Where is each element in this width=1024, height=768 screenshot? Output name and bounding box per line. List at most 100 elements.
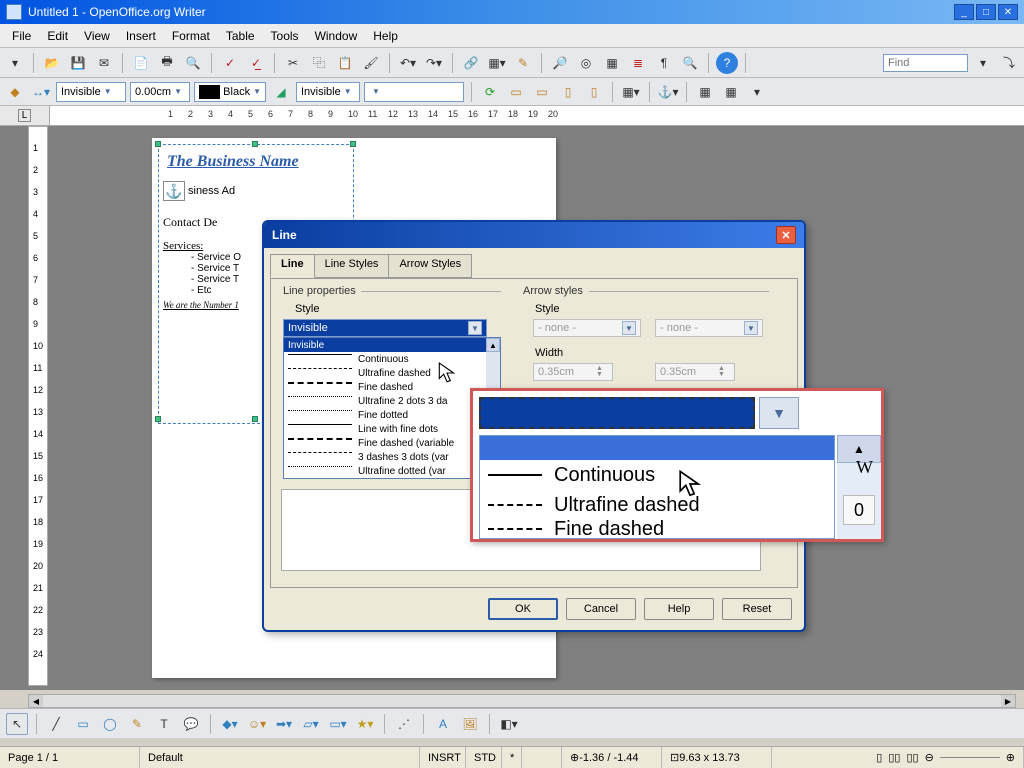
points-button[interactable]: ⋰	[393, 713, 415, 735]
callout-option-ultrafine-dashed[interactable]: Ultrafine dashed	[480, 490, 834, 520]
ok-button[interactable]: OK	[488, 598, 558, 620]
arrow-end-select[interactable]: - none -▼	[655, 319, 763, 337]
callout-option-fine-dashed[interactable]: Fine dashed	[480, 520, 834, 538]
dropdown-option[interactable]: Ultrafine dotted (var	[284, 464, 500, 478]
fontwork-button[interactable]: A	[432, 713, 454, 735]
save-button[interactable]: 💾	[67, 52, 89, 74]
new-doc-button[interactable]: ▾	[4, 52, 26, 74]
find-dropdown-button[interactable]: ▾	[972, 52, 994, 74]
resize-handle[interactable]	[155, 141, 161, 147]
arrow-end-width-spinner[interactable]: 0.35cm▲▼	[655, 363, 735, 381]
nonprinting-chars-button[interactable]: ¶	[653, 52, 675, 74]
symbol-shapes-button[interactable]: ☺▾	[246, 713, 268, 735]
undo-button[interactable]: ↶▾	[397, 52, 419, 74]
arrow-start-width-spinner[interactable]: 0.35cm▲▼	[533, 363, 613, 381]
dialog-titlebar[interactable]: Line ✕	[264, 222, 804, 248]
dropdown-option[interactable]: Line with fine dots	[284, 422, 500, 436]
data-sources-button[interactable]: ≣	[627, 52, 649, 74]
status-signature[interactable]	[522, 747, 562, 768]
scroll-up-button[interactable]: ▲	[486, 338, 500, 352]
export-pdf-button[interactable]: 📄	[130, 52, 152, 74]
scroll-right-button[interactable]: ▶	[1001, 695, 1015, 707]
arrow-style-combo[interactable]: Invisible▼	[296, 82, 360, 102]
anchor-button[interactable]: ⚓▾	[657, 81, 679, 103]
find-next-button[interactable]: ⤵	[998, 52, 1020, 74]
basic-shapes-button[interactable]: ◆▾	[219, 713, 241, 735]
tab-arrow-styles[interactable]: Arrow Styles	[388, 254, 472, 278]
dropdown-option[interactable]: Continuous	[284, 352, 500, 366]
email-button[interactable]: ✉	[93, 52, 115, 74]
bring-front-button[interactable]: ▯	[557, 81, 579, 103]
resize-handle[interactable]	[155, 416, 161, 422]
open-button[interactable]: 📂	[41, 52, 63, 74]
help-button[interactable]: Help	[644, 598, 714, 620]
menu-file[interactable]: File	[4, 26, 39, 46]
line-tool-button[interactable]: ╱	[45, 713, 67, 735]
callout-dropdown-list[interactable]: Continuous Ultrafine dashed Fine dashed	[479, 435, 835, 539]
menu-window[interactable]: Window	[307, 26, 366, 46]
print-button[interactable]: 🖶	[156, 52, 178, 74]
edit-points-button[interactable]: ◆	[4, 81, 26, 103]
line-endings-button[interactable]: ↔▾	[30, 81, 52, 103]
dropdown-option-invisible[interactable]: Invisible	[284, 338, 500, 352]
ellipse-tool-button[interactable]: ◯	[99, 713, 121, 735]
maximize-button[interactable]: □	[976, 4, 996, 20]
redo-button[interactable]: ↷▾	[423, 52, 445, 74]
cancel-button[interactable]: Cancel	[566, 598, 636, 620]
cut-button[interactable]: ✂	[282, 52, 304, 74]
dropdown-option[interactable]: Fine dashed	[284, 380, 500, 394]
callout-tool-button[interactable]: 💬	[180, 713, 202, 735]
horizontal-ruler[interactable]: 1234567891011121314151617181920	[50, 106, 1024, 125]
dropdown-option[interactable]: Ultrafine dashed	[284, 366, 500, 380]
line-style-combo[interactable]: Invisible▼	[56, 82, 126, 102]
dropdown-option[interactable]: Ultrafine 2 dots 3 da	[284, 394, 500, 408]
menu-help[interactable]: Help	[365, 26, 406, 46]
copy-button[interactable]: ⿻	[308, 52, 330, 74]
dropdown-option[interactable]: Fine dotted	[284, 408, 500, 422]
line-width-combo[interactable]: 0.00cm▼	[130, 82, 190, 102]
resize-handle[interactable]	[252, 141, 258, 147]
to-background-button[interactable]: ▭	[531, 81, 553, 103]
dropdown-option[interactable]: 3 dashes 3 dots (var	[284, 450, 500, 464]
hyperlink-button[interactable]: 🔗	[460, 52, 482, 74]
menu-insert[interactable]: Insert	[118, 26, 164, 46]
callout-option-selected[interactable]	[480, 436, 834, 460]
dropdown-option[interactable]: Fine dashed (variable	[284, 436, 500, 450]
scroll-left-button[interactable]: ◀	[29, 695, 43, 707]
zoom-in-icon[interactable]: ⊕	[1006, 751, 1015, 764]
paste-button[interactable]: 📋	[334, 52, 356, 74]
callout-option-continuous[interactable]: Continuous	[480, 460, 834, 490]
view-multi-page-icon[interactable]: ▯▯	[888, 751, 900, 764]
menu-format[interactable]: Format	[164, 26, 218, 46]
spellcheck-button[interactable]: ✓	[219, 52, 241, 74]
toolbar-overflow-button[interactable]: ▾	[746, 81, 768, 103]
print-preview-button[interactable]: 🔍	[182, 52, 204, 74]
callout-combo[interactable]	[479, 397, 755, 429]
zoom-button[interactable]: 🔍	[679, 52, 701, 74]
arrow-start-select[interactable]: - none -▼	[533, 319, 641, 337]
block-arrows-button[interactable]: ➡▾	[273, 713, 295, 735]
text-tool-button[interactable]: T	[153, 713, 175, 735]
callout-combo-arrow[interactable]: ▼	[759, 397, 799, 429]
dialog-close-button[interactable]: ✕	[776, 226, 796, 244]
vertical-ruler[interactable]: 123456789101112131415161718192021222324	[28, 126, 48, 686]
resize-handle[interactable]	[252, 416, 258, 422]
alignment-button[interactable]: ▦▾	[620, 81, 642, 103]
freeform-tool-button[interactable]: ✎	[126, 713, 148, 735]
menu-table[interactable]: Table	[218, 26, 263, 46]
status-insert-mode[interactable]: INSRT	[420, 747, 466, 768]
group-button[interactable]: ▦	[720, 81, 742, 103]
menu-tools[interactable]: Tools	[263, 26, 307, 46]
stars-button[interactable]: ★▾	[354, 713, 376, 735]
horizontal-scrollbar[interactable]: ◀ ▶	[28, 694, 1016, 708]
find-input[interactable]	[883, 54, 968, 72]
auto-spellcheck-button[interactable]: ✓̲	[245, 52, 267, 74]
zoom-out-icon[interactable]: ⊖	[925, 751, 934, 764]
tab-line[interactable]: Line	[270, 254, 315, 278]
status-zoom-controls[interactable]: ▯ ▯▯ ▯▯ ⊖ ⊕	[772, 747, 1024, 768]
to-foreground-button[interactable]: ▭	[505, 81, 527, 103]
from-file-button[interactable]: 🖼	[459, 713, 481, 735]
flowcharts-button[interactable]: ▱▾	[300, 713, 322, 735]
area-style-button[interactable]: ◢	[270, 81, 292, 103]
send-back-button[interactable]: ▯	[583, 81, 605, 103]
